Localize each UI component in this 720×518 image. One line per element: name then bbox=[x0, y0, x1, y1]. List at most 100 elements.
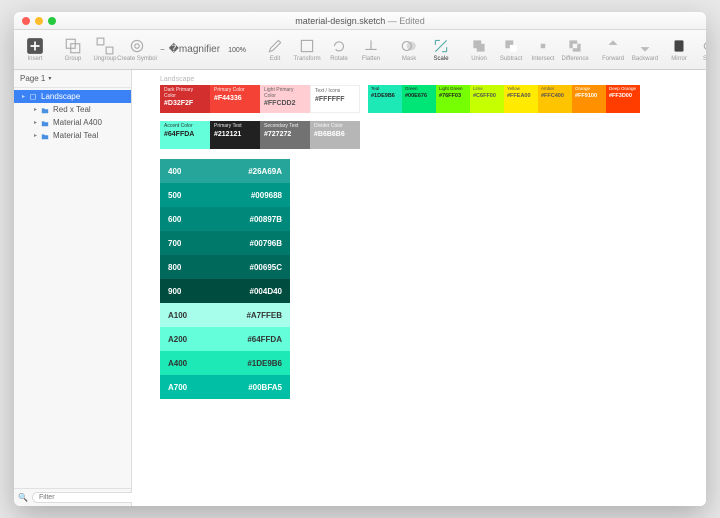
swatch[interactable]: Primary Text#212121 bbox=[210, 121, 260, 149]
swatch-value: #FFFFFF bbox=[315, 96, 355, 103]
scale-icon bbox=[432, 37, 450, 55]
swatch-value: #1DE9B6 bbox=[371, 93, 399, 99]
folder-icon bbox=[41, 132, 49, 140]
accent-swatch[interactable]: Orange#FF9100 bbox=[572, 85, 606, 113]
search-icon: 🔍 bbox=[18, 493, 28, 502]
accent-swatch[interactable]: Green#00E676 bbox=[402, 85, 436, 113]
accent-swatch[interactable]: Teal#1DE9B6 bbox=[368, 85, 402, 113]
swatch-label: 600 bbox=[168, 215, 181, 224]
teal-swatch[interactable]: A100#A7FFEB bbox=[160, 303, 290, 327]
subtract-button[interactable]: Subtract bbox=[496, 37, 526, 62]
swatch[interactable]: Primary Color#F44336 bbox=[210, 85, 260, 113]
teal-swatch[interactable]: A200#64FFDA bbox=[160, 327, 290, 351]
zoom-in-icon[interactable]: �magnifier bbox=[169, 44, 220, 55]
swatch-label: Primary Color bbox=[214, 88, 256, 94]
swatch-label: Light Green bbox=[439, 87, 467, 92]
accent-swatch[interactable]: Lime#C6FF00 bbox=[470, 85, 504, 113]
swatch-label: 500 bbox=[168, 191, 181, 200]
group-button[interactable]: Group bbox=[58, 37, 88, 62]
swatch-value: #64FFDA bbox=[247, 335, 282, 344]
swatch[interactable]: Divider Color#B6B6B6 bbox=[310, 121, 360, 149]
artboard-label: Landscape bbox=[160, 76, 706, 83]
ungroup-icon bbox=[96, 37, 114, 55]
swatch[interactable]: Dark Primary Color#D32F2F bbox=[160, 85, 210, 113]
teal-swatch[interactable]: 900#004D40 bbox=[160, 279, 290, 303]
subtract-icon bbox=[502, 37, 520, 55]
teal-swatch[interactable]: 700 #00796B bbox=[160, 231, 290, 255]
backward-button[interactable]: Backward bbox=[630, 37, 660, 62]
rotate-icon bbox=[330, 37, 348, 55]
zoom-level[interactable]: 100% bbox=[222, 46, 252, 54]
insert-button[interactable]: Insert bbox=[20, 37, 50, 62]
swatch-value: #00695C bbox=[250, 263, 282, 272]
swatch-label: Dark Primary Color bbox=[164, 88, 206, 99]
intersect-button[interactable]: Intersect bbox=[528, 37, 558, 62]
canvas[interactable]: Landscape Dark Primary Color#D32F2FPrima… bbox=[132, 70, 706, 506]
swatch-label: Teal bbox=[371, 87, 399, 92]
teal-swatch[interactable]: 800#00695C bbox=[160, 255, 290, 279]
swatch-label: A400 bbox=[168, 359, 187, 368]
swatch-label: Text / Icons bbox=[315, 89, 355, 95]
forward-button[interactable]: Forward bbox=[598, 37, 628, 62]
flatten-button[interactable]: Flatten bbox=[356, 37, 386, 62]
app-window: material-design.sketch — Edited Insert G… bbox=[14, 12, 706, 506]
create-symbol-button[interactable]: Create Symbol bbox=[122, 37, 152, 62]
swatch-label: Light Primary Color bbox=[264, 88, 306, 99]
edit-button[interactable]: Edit bbox=[260, 37, 290, 62]
sidebar-footer: 🔍 ⌘ 0 bbox=[14, 488, 131, 506]
teal-swatch[interactable]: 500#009688 bbox=[160, 183, 290, 207]
layer-label: Material Teal bbox=[53, 131, 98, 140]
swatch-value: #00E676 bbox=[405, 93, 433, 99]
accent-swatch[interactable]: Yellow#FFEA00 bbox=[504, 85, 538, 113]
difference-button[interactable]: Difference bbox=[560, 37, 590, 62]
swatch-value: #B6B6B6 bbox=[314, 131, 356, 138]
ungroup-button[interactable]: Ungroup bbox=[90, 37, 120, 62]
accent-swatch[interactable]: Amber#FFC400 bbox=[538, 85, 572, 113]
swatch-value: #004D40 bbox=[250, 287, 282, 296]
filter-input[interactable] bbox=[32, 492, 137, 503]
swatch-label: Secondary Text bbox=[264, 124, 306, 130]
sidebar-item-red-x-teal[interactable]: ▸ Red x Teal bbox=[14, 103, 131, 116]
pencil-icon bbox=[266, 37, 284, 55]
sidebar-item-material-teal[interactable]: ▸Material Teal bbox=[14, 129, 131, 142]
union-button[interactable]: Union bbox=[464, 37, 494, 62]
teal-swatch[interactable]: 600#00897B bbox=[160, 207, 290, 231]
transform-button[interactable]: Transform bbox=[292, 37, 322, 62]
swatch-label: Divider Color bbox=[314, 124, 356, 130]
swatch-value: #64FFDA bbox=[164, 131, 206, 138]
plus-icon bbox=[26, 37, 44, 55]
swatch-label: Green bbox=[405, 87, 433, 92]
sidebar-item-landscape[interactable]: ▸◻Landscape bbox=[14, 90, 131, 103]
swatch-label: Accent Color bbox=[164, 124, 206, 130]
folder-icon bbox=[41, 106, 49, 114]
teal-swatch[interactable]: A400#1DE9B6 bbox=[160, 351, 290, 375]
accent-swatch[interactable]: Deep Orange#FF3D00 bbox=[606, 85, 640, 113]
share-button[interactable]: Share bbox=[696, 37, 706, 62]
swatch-value: #212121 bbox=[214, 131, 256, 138]
mask-button[interactable]: Mask bbox=[394, 37, 424, 62]
chevron-right-icon: ▸ bbox=[34, 119, 37, 126]
zoom-out-icon[interactable]: − bbox=[160, 45, 165, 54]
swatch-value: #FFC400 bbox=[541, 93, 569, 99]
layer-label: Red x Teal bbox=[53, 105, 91, 114]
accent-swatch[interactable]: Light Green#76FF03 bbox=[436, 85, 470, 113]
scale-button[interactable]: Scale bbox=[426, 37, 456, 62]
sidebar-item-material-a400[interactable]: ▸Material A400 bbox=[14, 116, 131, 129]
page-selector[interactable]: Page 1▾ bbox=[14, 70, 131, 88]
rotate-button[interactable]: Rotate bbox=[324, 37, 354, 62]
swatch[interactable]: Secondary Text#727272 bbox=[260, 121, 310, 149]
teal-swatch[interactable]: A700#00BFA5 bbox=[160, 375, 290, 399]
swatch-value: #D32F2F bbox=[164, 100, 206, 107]
mirror-button[interactable]: Mirror bbox=[664, 37, 694, 62]
zoom-controls[interactable]: − �magnifier bbox=[160, 44, 220, 55]
chevron-right-icon: ▸ bbox=[34, 106, 37, 113]
swatch[interactable]: Text / Icons#FFFFFF bbox=[310, 85, 360, 113]
teal-swatch[interactable]: 400#26A69A bbox=[160, 159, 290, 183]
swatch-value: #00796B bbox=[250, 239, 282, 248]
swatch[interactable]: Light Primary Color#FFCDD2 bbox=[260, 85, 310, 113]
swatch-label: Amber bbox=[541, 87, 569, 92]
swatch-label: 700 bbox=[168, 239, 181, 248]
swatch[interactable]: Accent Color#64FFDA bbox=[160, 121, 210, 149]
artboard[interactable]: Dark Primary Color#D32F2FPrimary Color#F… bbox=[160, 85, 706, 399]
titlebar[interactable]: material-design.sketch — Edited bbox=[14, 12, 706, 30]
